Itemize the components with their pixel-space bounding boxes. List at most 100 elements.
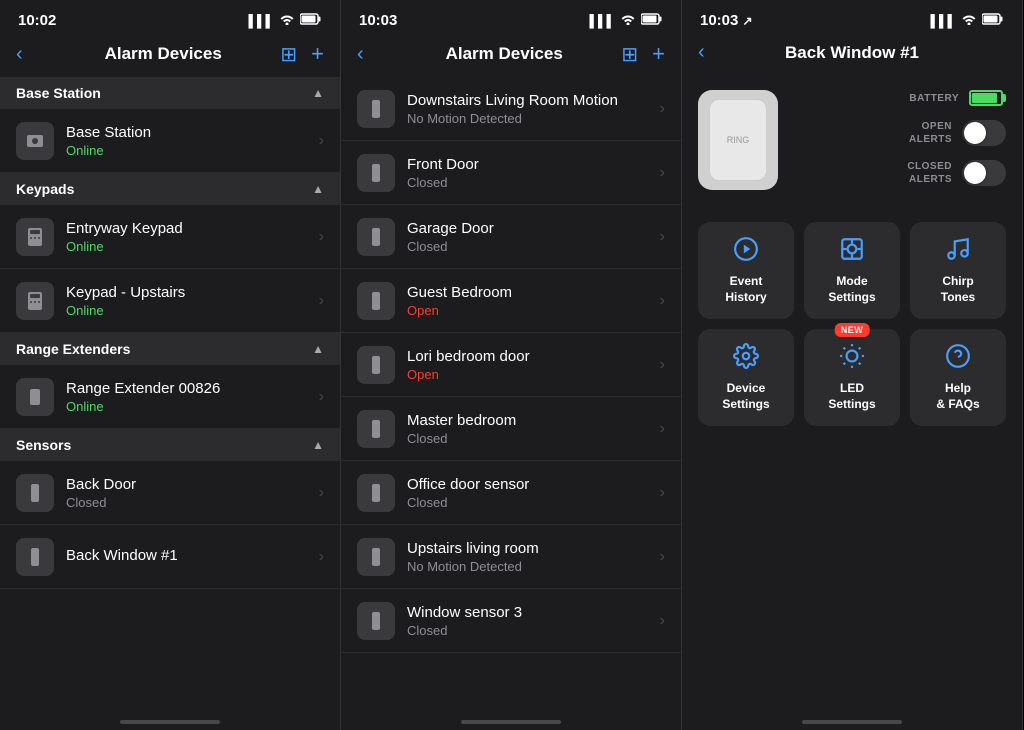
guest-bedroom-info: Guest Bedroom Open bbox=[407, 284, 652, 318]
status-icons-1: ▌▌▌ bbox=[248, 13, 322, 28]
nav-title-1: Alarm Devices bbox=[46, 44, 280, 64]
home-indicator-1 bbox=[120, 720, 220, 724]
sensor-device-image: RING bbox=[698, 90, 778, 190]
device-range-extender[interactable]: Range Extender 00826 Online › bbox=[0, 365, 340, 429]
section-base-station-chevron[interactable]: ▲ bbox=[312, 86, 324, 100]
base-station-icon bbox=[16, 122, 54, 160]
base-station-name: Base Station bbox=[66, 124, 311, 141]
front-door-icon bbox=[357, 154, 395, 192]
section-keypads-chevron[interactable]: ▲ bbox=[312, 182, 324, 196]
add-icon-1[interactable]: + bbox=[311, 41, 324, 67]
open-alerts-row: OPENALERTS bbox=[794, 120, 1006, 146]
wifi-icon-3 bbox=[961, 13, 977, 28]
closed-alerts-toggle[interactable] bbox=[962, 160, 1006, 186]
garage-door-name: Garage Door bbox=[407, 220, 652, 237]
scroll-area-1[interactable]: Base Station ▲ Base Station Online › Key… bbox=[0, 77, 340, 717]
scroll-area-2[interactable]: Downstairs Living Room Motion No Motion … bbox=[341, 77, 681, 717]
base-station-info: Base Station Online bbox=[66, 124, 311, 158]
event-history-btn[interactable]: EventHistory bbox=[698, 222, 794, 319]
upstairs-lr-info: Upstairs living room No Motion Detected bbox=[407, 540, 652, 574]
master-bedroom-chevron: › bbox=[660, 420, 665, 438]
battery-row: BATTERY bbox=[794, 90, 1006, 106]
guest-bedroom-name: Guest Bedroom bbox=[407, 284, 652, 301]
front-door-name: Front Door bbox=[407, 156, 652, 173]
open-alerts-toggle[interactable] bbox=[962, 120, 1006, 146]
window-sensor-3-icon bbox=[357, 602, 395, 640]
battery-fill bbox=[972, 93, 997, 103]
range-extender-info: Range Extender 00826 Online bbox=[66, 380, 311, 414]
device-base-station[interactable]: Base Station Online › bbox=[0, 109, 340, 173]
mode-settings-btn[interactable]: ModeSettings bbox=[804, 222, 900, 319]
nav-actions-1: ⊞ + bbox=[280, 41, 324, 67]
device-upstairs-lr[interactable]: Upstairs living room No Motion Detected … bbox=[341, 525, 681, 589]
filter-icon-1[interactable]: ⊞ bbox=[280, 42, 297, 67]
back-door-status: Closed bbox=[66, 495, 311, 510]
closed-alerts-knob bbox=[964, 162, 986, 184]
battery-icon-2 bbox=[641, 13, 663, 28]
upstairs-lr-icon bbox=[357, 538, 395, 576]
device-keypad-upstairs[interactable]: Keypad - Upstairs Online › bbox=[0, 269, 340, 333]
home-indicator-2 bbox=[461, 720, 561, 724]
wifi-icon-2 bbox=[620, 13, 636, 28]
device-settings-icon bbox=[733, 343, 759, 373]
device-dlr-motion[interactable]: Downstairs Living Room Motion No Motion … bbox=[341, 77, 681, 141]
back-button-3[interactable]: ‹ bbox=[698, 41, 728, 64]
section-sensors: Sensors ▲ bbox=[0, 429, 340, 461]
keypad-upstairs-chevron: › bbox=[319, 292, 324, 310]
keypad-upstairs-status: Online bbox=[66, 303, 311, 318]
led-settings-btn[interactable]: NEW LEDSettings bbox=[804, 329, 900, 426]
signal-icon-2: ▌▌▌ bbox=[589, 14, 615, 28]
upstairs-lr-name: Upstairs living room bbox=[407, 540, 652, 557]
range-extender-status: Online bbox=[66, 399, 311, 414]
device-garage-door[interactable]: Garage Door Closed › bbox=[341, 205, 681, 269]
device-front-door[interactable]: Front Door Closed › bbox=[341, 141, 681, 205]
back-button-2[interactable]: ‹ bbox=[357, 43, 387, 66]
device-guest-bedroom[interactable]: Guest Bedroom Open › bbox=[341, 269, 681, 333]
help-faqs-label: Help& FAQs bbox=[936, 381, 979, 412]
battery-label: BATTERY bbox=[909, 93, 959, 104]
status-bar-3: 10:03 ↗ ▌▌▌ bbox=[682, 0, 1022, 33]
device-settings-btn[interactable]: DeviceSettings bbox=[698, 329, 794, 426]
status-bar-1: 10:02 ▌▌▌ bbox=[0, 0, 340, 33]
device-office-door[interactable]: Office door sensor Closed › bbox=[341, 461, 681, 525]
device-back-window[interactable]: Back Window #1 › bbox=[0, 525, 340, 589]
section-sensors-label: Sensors bbox=[16, 437, 71, 453]
add-icon-2[interactable]: + bbox=[652, 41, 665, 67]
event-history-icon bbox=[733, 236, 759, 266]
garage-door-info: Garage Door Closed bbox=[407, 220, 652, 254]
office-door-name: Office door sensor bbox=[407, 476, 652, 493]
back-door-chevron: › bbox=[319, 484, 324, 502]
lori-bedroom-icon bbox=[357, 346, 395, 384]
battery-icon-3 bbox=[982, 13, 1004, 28]
keypad-upstairs-info: Keypad - Upstairs Online bbox=[66, 284, 311, 318]
window-sensor-3-name: Window sensor 3 bbox=[407, 604, 652, 621]
device-entryway-keypad[interactable]: Entryway Keypad Online › bbox=[0, 205, 340, 269]
device-window-sensor-3[interactable]: Window sensor 3 Closed › bbox=[341, 589, 681, 653]
range-extender-name: Range Extender 00826 bbox=[66, 380, 311, 397]
back-button-1[interactable]: ‹ bbox=[16, 43, 46, 66]
status-time-3: 10:03 ↗ bbox=[700, 12, 753, 29]
chirp-tones-btn[interactable]: ChirpTones bbox=[910, 222, 1006, 319]
help-faqs-btn[interactable]: Help& FAQs bbox=[910, 329, 1006, 426]
back-window-info: Back Window #1 bbox=[66, 547, 311, 566]
device-lori-bedroom[interactable]: Lori bedroom door Open › bbox=[341, 333, 681, 397]
closed-alerts-label: CLOSEDALERTS bbox=[907, 160, 952, 186]
window-sensor-3-info: Window sensor 3 Closed bbox=[407, 604, 652, 638]
guest-bedroom-status: Open bbox=[407, 303, 652, 318]
upstairs-lr-chevron: › bbox=[660, 548, 665, 566]
section-range-extenders-chevron[interactable]: ▲ bbox=[312, 342, 324, 356]
nav-bar-2: ‹ Alarm Devices ⊞ + bbox=[341, 33, 681, 77]
entryway-keypad-chevron: › bbox=[319, 228, 324, 246]
window-sensor-3-chevron: › bbox=[660, 612, 665, 630]
front-door-info: Front Door Closed bbox=[407, 156, 652, 190]
filter-icon-2[interactable]: ⊞ bbox=[621, 42, 638, 67]
section-sensors-chevron[interactable]: ▲ bbox=[312, 438, 324, 452]
dlr-motion-icon bbox=[357, 90, 395, 128]
status-time-2: 10:03 bbox=[359, 12, 397, 29]
master-bedroom-info: Master bedroom Closed bbox=[407, 412, 652, 446]
garage-door-icon bbox=[357, 218, 395, 256]
section-keypads-label: Keypads bbox=[16, 181, 74, 197]
device-master-bedroom[interactable]: Master bedroom Closed › bbox=[341, 397, 681, 461]
device-back-door[interactable]: Back Door Closed › bbox=[0, 461, 340, 525]
open-alerts-knob bbox=[964, 122, 986, 144]
